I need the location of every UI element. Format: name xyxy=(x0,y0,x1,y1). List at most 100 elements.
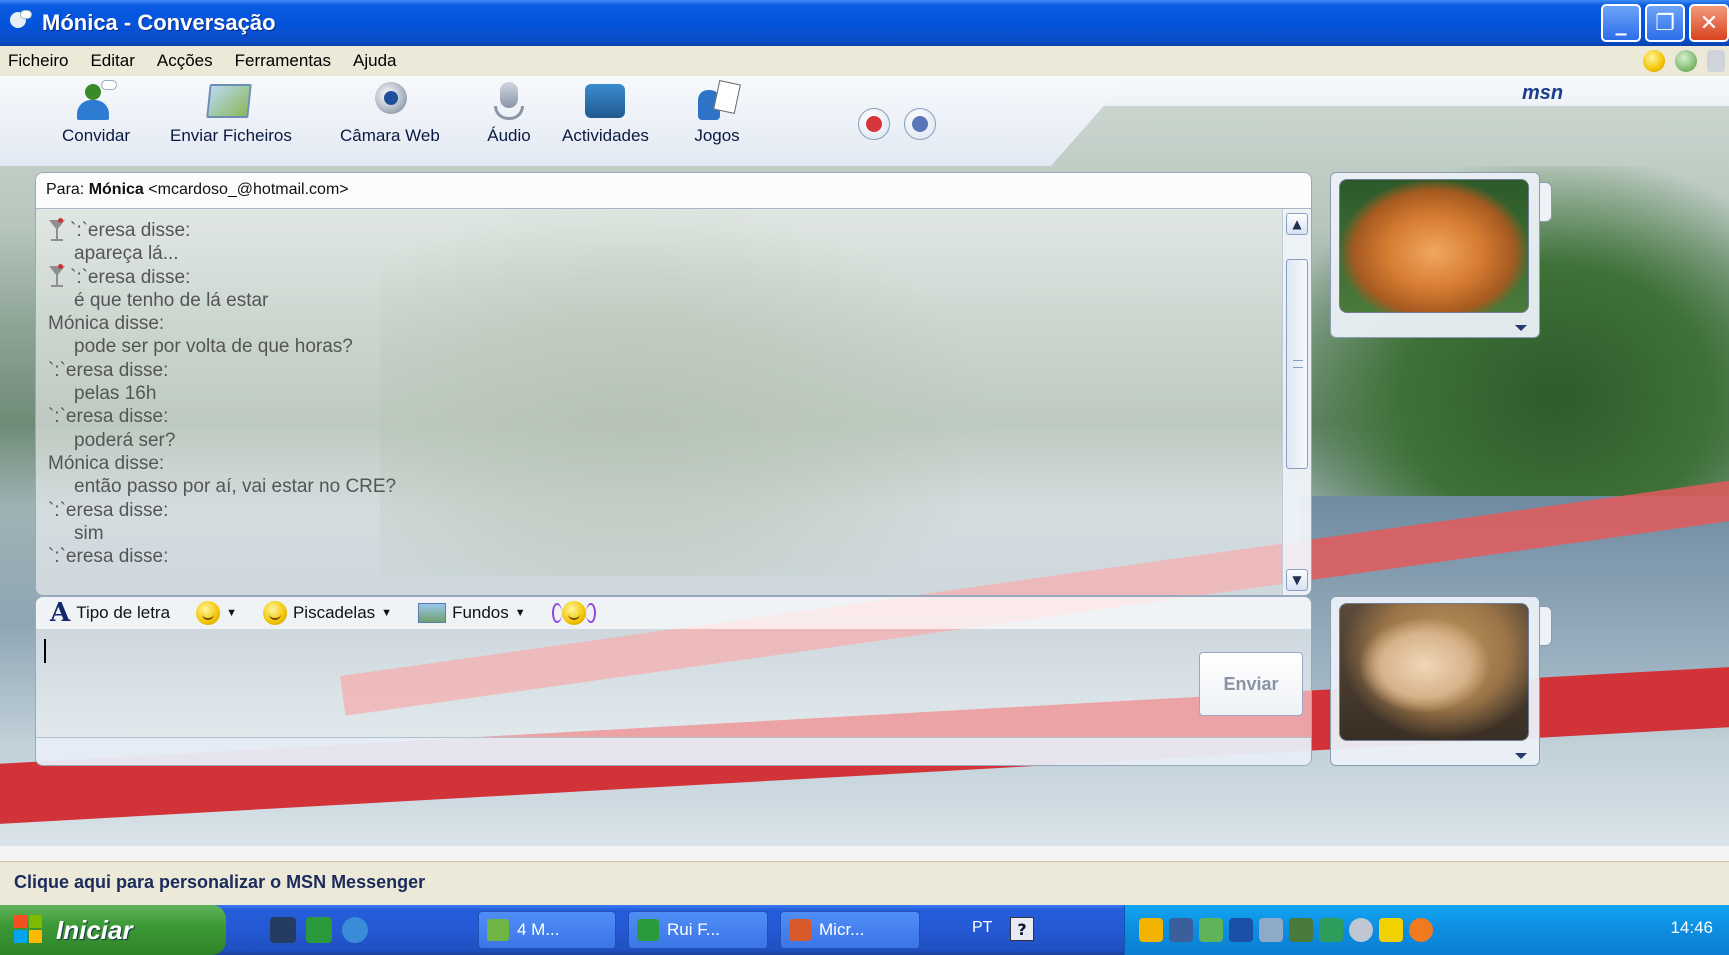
background-picker-button[interactable] xyxy=(904,108,936,140)
title-bar[interactable]: Mónica - Conversação _ ❐ ✕ xyxy=(0,0,1729,46)
chevron-up-icon: ▲ xyxy=(1292,217,1302,231)
tray-display-icon[interactable] xyxy=(1229,918,1253,942)
message-text: pode ser por volta de que horas? xyxy=(74,336,353,358)
tray-warning-icon[interactable] xyxy=(1379,918,1403,942)
conversation-window: Convidar Enviar Ficheiros Câmara Web Áud… xyxy=(0,76,1729,905)
scroll-down-button[interactable]: ▼ xyxy=(1286,569,1308,591)
history-scrollbar[interactable]: ▲ ▼ xyxy=(1282,209,1311,595)
activities-button[interactable]: Actividades xyxy=(562,80,649,146)
start-button[interactable]: Iniciar xyxy=(0,905,226,955)
language-indicator[interactable]: PT xyxy=(972,919,992,937)
menu-ajuda[interactable]: Ajuda xyxy=(353,51,396,71)
contacts-icon[interactable] xyxy=(1675,50,1697,72)
audio-button[interactable]: Áudio xyxy=(486,80,532,146)
own-panel-toggle[interactable] xyxy=(1540,606,1552,646)
games-button[interactable]: Jogos xyxy=(694,80,741,146)
tray-shield-icon[interactable] xyxy=(1139,918,1163,942)
msn-logo: msn xyxy=(1522,82,1564,104)
webcam-button[interactable]: Câmara Web xyxy=(340,80,440,146)
backgrounds-button[interactable]: Fundos ▼ xyxy=(418,603,526,623)
tray-network-icon[interactable] xyxy=(1169,918,1193,942)
send-files-icon-wrap xyxy=(206,80,254,122)
powerpoint-icon xyxy=(789,919,811,941)
to-label: Para: xyxy=(46,181,85,198)
msn-messenger-icon xyxy=(8,10,34,36)
contact-panel-toggle[interactable] xyxy=(1540,182,1552,222)
wrench-icon[interactable] xyxy=(1707,50,1725,72)
tray-people-icon[interactable] xyxy=(1289,918,1313,942)
compose-panel: A Tipo de letra ▼ Piscadelas ▼ Fundos ▼ xyxy=(35,596,1312,766)
dropdown-arrow-icon: ▼ xyxy=(226,607,237,619)
recipient-name: Mónica xyxy=(88,181,144,198)
status-bar: Clique aqui para personalizar o MSN Mess… xyxy=(0,861,1729,905)
quicklaunch-ie-icon[interactable] xyxy=(342,917,368,943)
sender-label: `:`eresa disse: xyxy=(70,220,191,241)
menu-ficheiro[interactable]: Ficheiro xyxy=(8,51,68,71)
winks-button[interactable]: Piscadelas ▼ xyxy=(262,601,393,625)
dropdown-arrow-icon: ▼ xyxy=(514,607,526,619)
help-icon[interactable]: ? xyxy=(1010,917,1034,941)
minimize-button[interactable]: _ xyxy=(1601,4,1641,42)
message-text: poderá ser? xyxy=(74,429,176,451)
emoticons-button[interactable]: ▼ xyxy=(196,601,237,625)
block-button[interactable] xyxy=(858,108,890,140)
message-sender: `:`eresa disse: xyxy=(48,264,1272,289)
taskbar: Iniciar 4 M... Rui F... Micr... PT ? 14:… xyxy=(0,905,1729,955)
recipient-email: <mcardoso_@hotmail.com> xyxy=(148,181,349,198)
task-powerpoint[interactable]: Micr... xyxy=(780,911,920,949)
grip-icon xyxy=(1293,360,1303,368)
chevron-down-icon: ▼ xyxy=(1292,573,1302,587)
menu-ferramentas[interactable]: Ferramentas xyxy=(235,51,331,71)
font-button[interactable]: A Tipo de letra xyxy=(50,598,170,628)
send-button[interactable]: Enviar xyxy=(1199,652,1303,716)
webcam-icon xyxy=(367,80,413,122)
toolbar: Convidar Enviar Ficheiros Câmara Web Áud… xyxy=(0,76,1130,166)
own-avatar[interactable] xyxy=(1339,603,1529,741)
landscape-icon xyxy=(418,603,447,623)
message-history[interactable]: `:`eresa disse: apareça lá... `:`eresa d… xyxy=(36,209,1284,595)
games-label: Jogos xyxy=(694,126,740,145)
tray-volume-icon[interactable] xyxy=(1349,918,1373,942)
window-title: Mónica - Conversação xyxy=(42,10,276,35)
tray-printer-icon[interactable] xyxy=(1259,918,1283,942)
audio-label: Áudio xyxy=(487,126,531,145)
menu-editar[interactable]: Editar xyxy=(90,51,134,71)
dropdown-arrow-icon: ▼ xyxy=(381,607,393,619)
scroll-up-button[interactable]: ▲ xyxy=(1286,213,1308,235)
send-files-button[interactable]: Enviar Ficheiros xyxy=(170,80,292,146)
recipient-line: Para: Mónica <mcardoso_@hotmail.com> xyxy=(36,173,1311,209)
nudge-button[interactable] xyxy=(551,601,596,625)
task-label: Micr... xyxy=(819,920,865,939)
send-files-icon xyxy=(206,84,252,118)
msn-window-icon xyxy=(637,919,659,941)
close-button[interactable]: ✕ xyxy=(1689,4,1729,42)
windows-logo-icon xyxy=(14,915,44,945)
maximize-button[interactable]: ❐ xyxy=(1645,4,1685,42)
sender-label: `:`eresa disse: xyxy=(70,266,191,288)
tray-update-icon[interactable] xyxy=(1409,918,1433,942)
message-sender: Mónica disse: xyxy=(48,452,165,474)
menu-accoes[interactable]: Acções xyxy=(157,51,213,71)
task-msn-contacts[interactable]: 4 M... xyxy=(478,911,616,949)
task-msn-conversation[interactable]: Rui F... xyxy=(628,911,768,949)
task-label: Rui F... xyxy=(667,920,720,939)
webcam-label: Câmara Web xyxy=(340,126,440,145)
scroll-thumb[interactable] xyxy=(1286,259,1308,469)
conversation-panel: Para: Mónica <mcardoso_@hotmail.com> `:`… xyxy=(35,172,1312,596)
emoticon-status-icon[interactable] xyxy=(1643,50,1665,72)
contact-avatar[interactable] xyxy=(1339,179,1529,313)
message-input[interactable] xyxy=(36,629,1196,737)
clock[interactable]: 14:46 xyxy=(1670,918,1713,938)
invite-button[interactable]: Convidar xyxy=(62,80,130,146)
quicklaunch-desktop-icon[interactable] xyxy=(270,917,296,943)
activities-label: Actividades xyxy=(562,126,649,145)
chevron-down-icon[interactable] xyxy=(1515,325,1527,331)
personalize-link[interactable]: Clique aqui para personalizar o MSN Mess… xyxy=(14,872,425,893)
chevron-down-icon[interactable] xyxy=(1515,753,1527,759)
font-label: Tipo de letra xyxy=(76,603,171,622)
quicklaunch-messenger-icon[interactable] xyxy=(306,917,332,943)
tray-messenger-icon[interactable] xyxy=(1199,918,1223,942)
cocktail-icon xyxy=(48,264,66,288)
message-sender: `:`eresa disse: xyxy=(48,499,169,521)
tray-connection-icon[interactable] xyxy=(1319,918,1343,942)
